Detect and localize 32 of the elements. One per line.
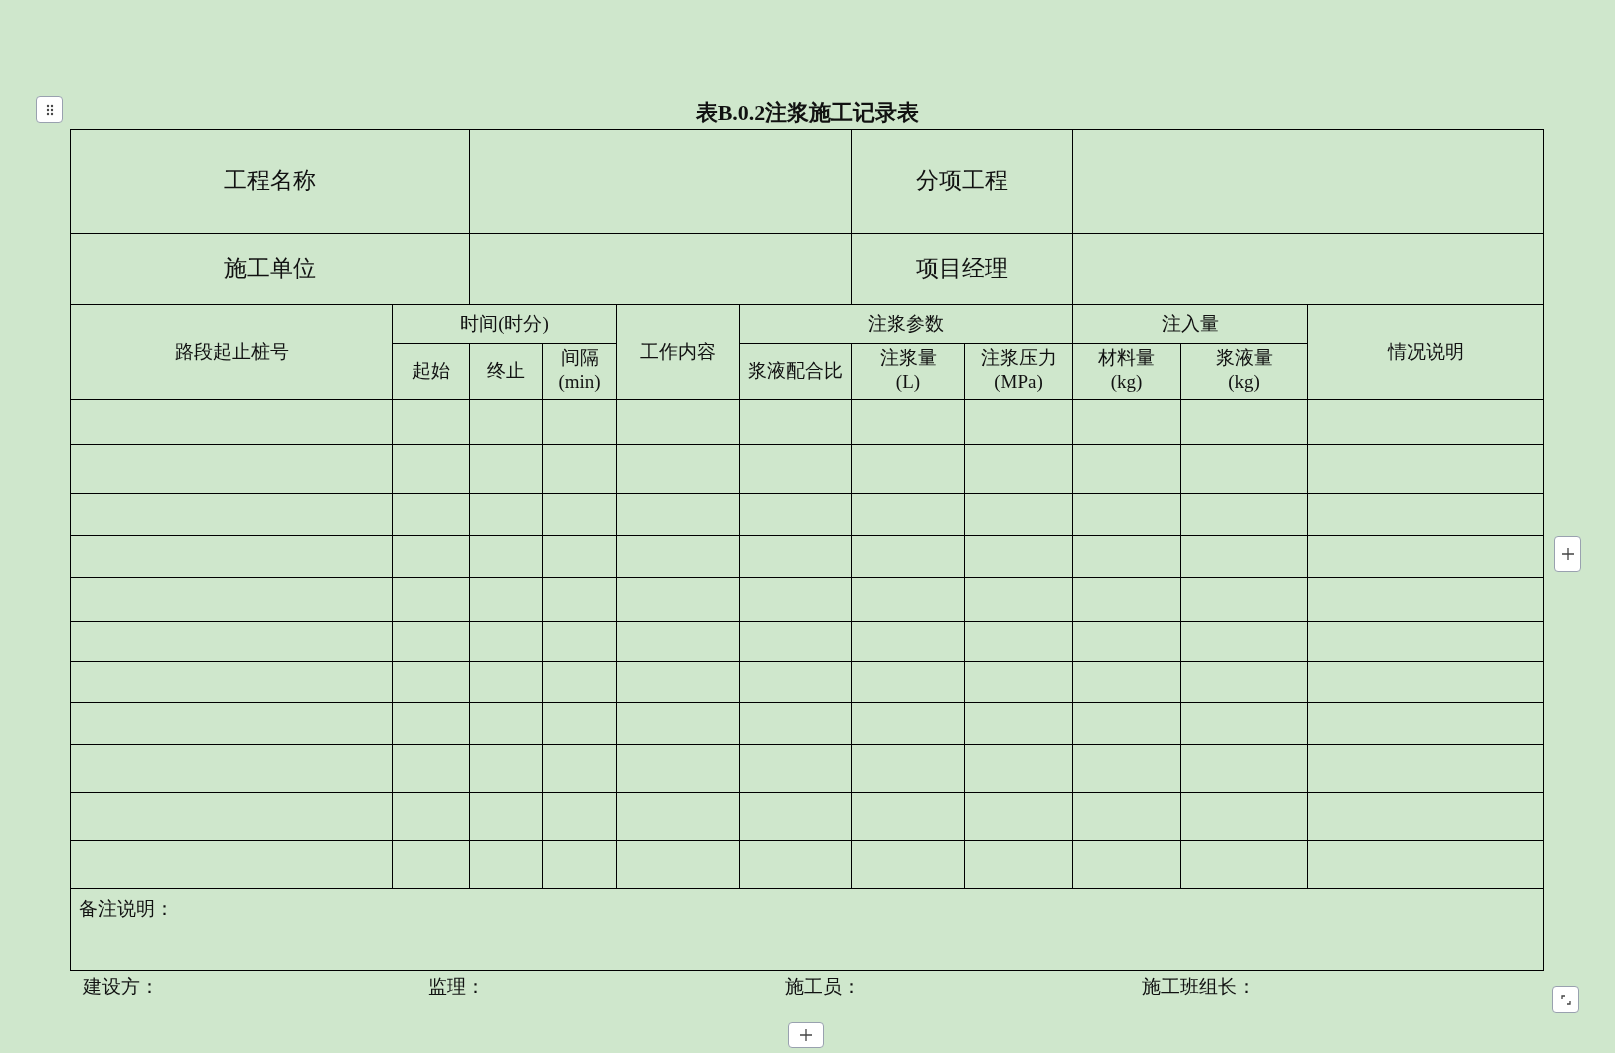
column-header: 工作内容	[640, 340, 716, 362]
resize-handle[interactable]	[1552, 986, 1579, 1013]
add-row-button[interactable]	[788, 1022, 824, 1048]
column-header: 浆液量 (kg)	[1215, 346, 1273, 395]
signature-label: 监理：	[428, 975, 486, 999]
column-header: 注浆量 (L)	[879, 346, 937, 395]
group-header: 注入量	[1161, 312, 1219, 334]
column-header: 浆液配合比	[748, 359, 843, 384]
column-header: 材料量 (kg)	[1098, 346, 1155, 395]
column-header: 间隔 (min)	[558, 346, 601, 395]
signature-label: 建设方：	[83, 975, 160, 999]
group-header: 注浆参数	[868, 312, 944, 334]
field-label: 项目经理	[916, 255, 1008, 281]
grip-icon	[45, 103, 54, 116]
remarks-label: 备注说明：	[79, 898, 174, 919]
group-header: 时间(时分)	[460, 312, 549, 334]
plus-icon	[799, 1028, 813, 1042]
drag-handle[interactable]	[36, 96, 63, 123]
field-label: 工程名称	[224, 168, 316, 194]
resize-icon	[1559, 993, 1572, 1006]
signature-label: 施工班组长：	[1142, 975, 1257, 999]
column-header: 情况说明	[1387, 340, 1464, 362]
column-header: 路段起止桩号	[174, 340, 289, 362]
plus-icon	[1560, 547, 1575, 561]
column-header: 注浆压力 (MPa)	[980, 346, 1057, 395]
add-column-button[interactable]	[1554, 536, 1581, 572]
field-label: 施工单位	[224, 255, 316, 281]
table-title: 表B.0.2注浆施工记录表	[695, 99, 920, 127]
column-header: 终止	[487, 359, 525, 384]
column-header: 起始	[412, 359, 450, 384]
signature-label: 施工员：	[785, 975, 862, 999]
field-label: 分项工程	[916, 168, 1008, 194]
